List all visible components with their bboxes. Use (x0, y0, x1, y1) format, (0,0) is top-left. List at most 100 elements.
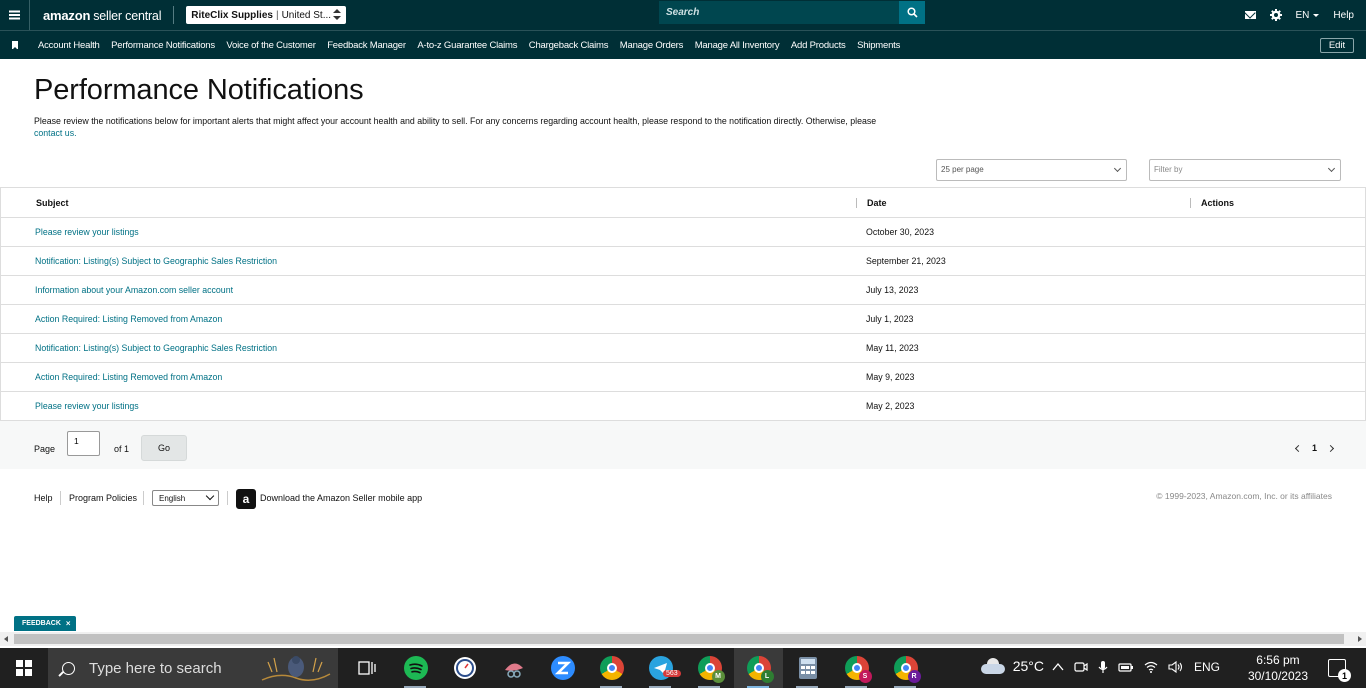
system-tray: ENG (1052, 660, 1220, 674)
horizontal-scrollbar[interactable] (0, 632, 1366, 646)
program-policies-link[interactable]: Program Policies (69, 493, 137, 503)
nav-item-feedback-manager[interactable]: Feedback Manager (327, 40, 406, 51)
edit-nav-button[interactable]: Edit (1320, 38, 1354, 53)
taskbar-app-snipping[interactable] (489, 648, 538, 688)
amazon-app-icon[interactable]: a (236, 489, 256, 509)
chevron-up-icon[interactable] (1052, 662, 1064, 672)
chevron-down-icon (205, 491, 215, 501)
table-row: Action Required: Listing Removed from Am… (1, 305, 1365, 334)
taskbar-app-chrome[interactable] (587, 648, 636, 688)
chevron-down-icon (1113, 164, 1122, 173)
scroll-right-arrow-icon[interactable] (1358, 636, 1362, 642)
taskbar-app-chrome-profile-s[interactable]: S (832, 648, 881, 688)
gear-icon[interactable] (1269, 9, 1282, 21)
microphone-icon[interactable] (1098, 660, 1108, 674)
notification-subject-link[interactable]: Action Required: Listing Removed from Am… (35, 372, 222, 382)
notification-subject-link[interactable]: Notification: Listing(s) Subject to Geog… (35, 256, 277, 266)
table-row: Please review your listings October 30, … (1, 218, 1365, 247)
chevron-left-icon[interactable] (1294, 444, 1303, 452)
notification-subject-link[interactable]: Please review your listings (35, 401, 139, 411)
column-header-subject[interactable]: Subject (36, 198, 69, 208)
page-number-input[interactable]: 1 (67, 431, 100, 456)
nav-item-manage-orders[interactable]: Manage Orders (620, 40, 684, 51)
download-app-link[interactable]: Download the Amazon Seller mobile app (260, 493, 422, 503)
nav-item-voice-of-customer[interactable]: Voice of the Customer (226, 40, 315, 51)
wifi-icon[interactable] (1144, 661, 1158, 673)
taskbar-apps: 563 M L S R (342, 648, 930, 688)
nav-item-manage-inventory[interactable]: Manage All Inventory (695, 40, 780, 51)
camera-icon[interactable] (1074, 660, 1088, 674)
search-input[interactable] (659, 1, 899, 24)
go-button[interactable]: Go (141, 435, 187, 461)
per-page-select[interactable]: 25 per page (936, 159, 1127, 181)
store-separator: | (275, 9, 279, 21)
page-count-label: of 1 (114, 444, 130, 454)
chevron-right-icon[interactable] (1326, 444, 1335, 452)
current-page-number[interactable]: 1 (1312, 443, 1317, 453)
pagination-bar: Page 1 of 1 Go 1 (0, 420, 1366, 469)
language-selector[interactable]: EN (1296, 10, 1320, 21)
chrome-icon (599, 656, 624, 680)
search-button[interactable] (899, 1, 925, 24)
notification-date: May 9, 2023 (866, 372, 915, 382)
mail-icon[interactable] (1244, 11, 1256, 19)
scroll-left-arrow-icon[interactable] (4, 636, 8, 642)
store-name: RiteClix Supplies (191, 9, 273, 21)
input-language[interactable]: ENG (1194, 660, 1220, 674)
windows-start-icon[interactable] (16, 660, 32, 676)
notification-subject-link[interactable]: Notification: Listing(s) Subject to Geog… (35, 343, 277, 353)
taskbar-app-zoom[interactable] (538, 648, 587, 688)
taskbar-app-clock[interactable] (440, 648, 489, 688)
nav-item-account-health[interactable]: Account Health (38, 40, 100, 51)
table-row: Action Required: Listing Removed from Am… (1, 363, 1365, 392)
search-box (659, 1, 899, 24)
notification-date: September 21, 2023 (866, 256, 946, 266)
taskbar-app-chrome-profile-r[interactable]: R (881, 648, 930, 688)
task-view-button[interactable] (342, 648, 391, 688)
chrome-icon: M (697, 656, 725, 683)
nav-item-chargeback-claims[interactable]: Chargeback Claims (529, 40, 609, 51)
seller-central-logo[interactable]: amazon seller central (43, 8, 161, 23)
notification-subject-link[interactable]: Information about your Amazon.com seller… (35, 285, 233, 295)
taskbar-search[interactable]: Type here to search (48, 648, 338, 688)
help-link[interactable]: Help (1333, 10, 1354, 21)
profile-badge: S (858, 670, 872, 683)
notification-date: May 11, 2023 (866, 343, 919, 353)
store-selector[interactable]: RiteClix Supplies | United St... (186, 6, 347, 24)
top-bar: amazon seller central RiteClix Supplies … (0, 0, 1366, 30)
taskbar-app-calculator[interactable] (783, 648, 832, 688)
contact-us-link[interactable]: contact us. (34, 128, 77, 138)
bookmark-button[interactable] (0, 41, 30, 50)
footer-help-link[interactable]: Help (34, 493, 53, 503)
weather-widget[interactable]: 25°C (980, 658, 1044, 674)
nav-item-add-products[interactable]: Add Products (791, 40, 846, 51)
column-header-date[interactable]: Date (856, 197, 887, 208)
feedback-label: FEEDBACK (22, 620, 61, 627)
store-region: United St... (281, 9, 332, 21)
nav-item-shipments[interactable]: Shipments (857, 40, 900, 51)
hamburger-menu-button[interactable] (0, 0, 30, 30)
feedback-tab[interactable]: FEEDBACK × (14, 616, 76, 631)
notification-subject-link[interactable]: Please review your listings (35, 227, 139, 237)
footer-language-select[interactable]: English (152, 490, 219, 506)
scrollbar-thumb[interactable] (14, 634, 1344, 644)
volume-icon[interactable] (1168, 661, 1184, 673)
taskbar-app-telegram[interactable]: 563 (636, 648, 685, 688)
column-header-actions: Actions (1190, 197, 1234, 208)
nav-item-performance-notifications[interactable]: Performance Notifications (111, 40, 215, 51)
filter-select[interactable]: Filter by (1149, 159, 1341, 181)
taskbar-app-chrome-profile-m[interactable]: M (685, 648, 734, 688)
taskbar-clock[interactable]: 6:56 pm 30/10/2023 (1248, 652, 1308, 684)
close-icon[interactable]: × (66, 619, 71, 628)
page-navigation: 1 (1294, 443, 1335, 453)
clock-date: 30/10/2023 (1247, 669, 1308, 683)
cloudy-weather-icon (980, 658, 1005, 674)
notification-center-icon[interactable]: 1 (1328, 659, 1351, 682)
taskbar-app-spotify[interactable] (391, 648, 440, 688)
divider (60, 491, 61, 505)
battery-icon[interactable] (1118, 661, 1134, 673)
taskbar-app-chrome-profile-l[interactable]: L (734, 648, 783, 688)
notification-subject-link[interactable]: Action Required: Listing Removed from Am… (35, 314, 222, 324)
nav-item-a-to-z-claims[interactable]: A-to-z Guarantee Claims (417, 40, 517, 51)
taskbar-search-placeholder: Type here to search (89, 659, 222, 677)
